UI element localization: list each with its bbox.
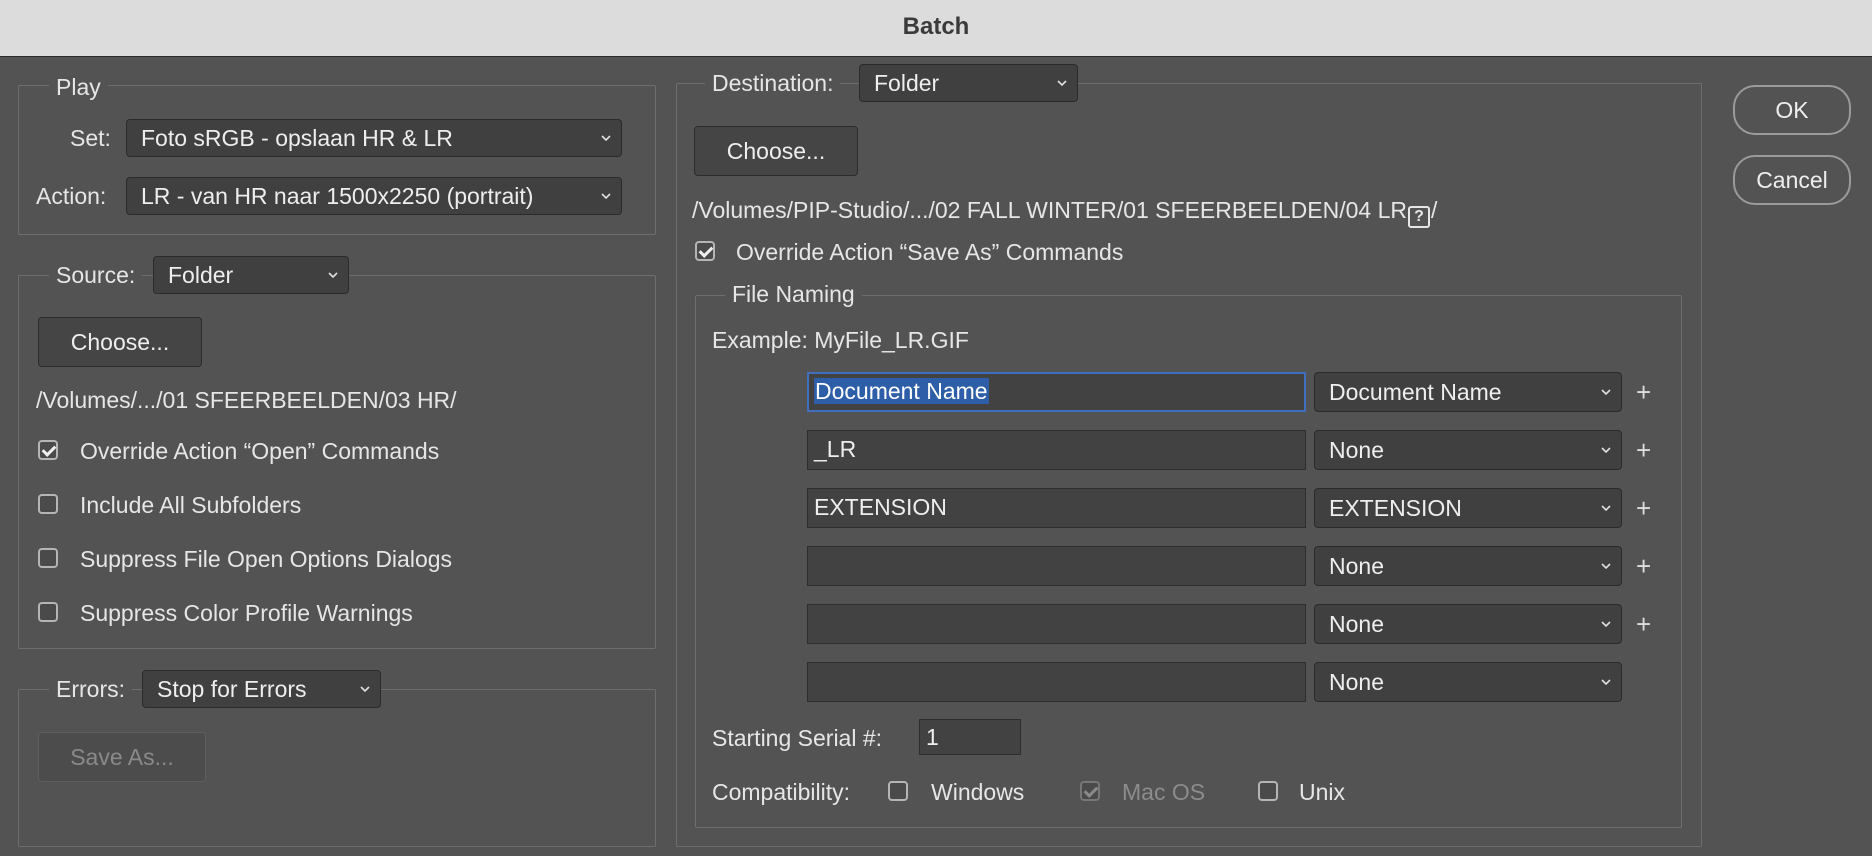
destination-path: /Volumes/PIP-Studio/.../02 FALL WINTER/0… — [692, 196, 1437, 228]
chevron-down-icon — [601, 193, 611, 200]
chevron-down-icon — [1601, 563, 1611, 570]
action-label: Action: — [36, 183, 107, 209]
errors-select-value: Stop for Errors — [157, 676, 307, 702]
add-naming-row-1-icon[interactable]: + — [1636, 379, 1651, 405]
chevron-down-icon — [601, 135, 611, 142]
naming-select-5[interactable]: None — [1314, 604, 1622, 644]
source-select-value: Folder — [168, 262, 234, 288]
destination-path-suffix: / — [1431, 197, 1438, 223]
chevron-down-icon — [1601, 447, 1611, 454]
file-naming-legend: File Naming — [725, 280, 862, 308]
chevron-down-icon — [1601, 389, 1611, 396]
source-label: Source: — [49, 261, 143, 289]
suppress-color-warnings-checkbox[interactable] — [38, 602, 58, 622]
destination-choose-button[interactable]: Choose... — [694, 126, 858, 176]
add-naming-row-2-icon[interactable]: + — [1636, 437, 1651, 463]
action-select-value: LR - van HR naar 1500x2250 (portrait) — [141, 183, 534, 209]
suppress-color-warnings-label: Suppress Color Profile Warnings — [80, 600, 413, 626]
naming-field-6[interactable] — [807, 662, 1306, 702]
naming-select-6-value: None — [1329, 669, 1384, 695]
source-choose-button[interactable]: Choose... — [38, 317, 202, 367]
serial-input[interactable]: 1 — [919, 719, 1021, 755]
add-naming-row-5-icon[interactable]: + — [1636, 611, 1651, 637]
set-label: Set: — [70, 125, 111, 151]
include-subfolders-checkbox[interactable] — [38, 494, 58, 514]
serial-input-value: 1 — [926, 724, 939, 750]
naming-field-2-value: _LR — [814, 436, 857, 462]
compat-windows-label: Windows — [931, 779, 1025, 805]
compatibility-label: Compatibility: — [712, 779, 851, 805]
errors-save-as-button[interactable]: Save As... — [38, 732, 206, 782]
naming-select-3[interactable]: EXTENSION — [1314, 488, 1622, 528]
chevron-down-icon — [1601, 505, 1611, 512]
compat-unix-label: Unix — [1299, 779, 1346, 805]
override-open-label: Override Action “Open” Commands — [80, 438, 440, 464]
compat-unix-checkbox[interactable] — [1258, 781, 1278, 801]
naming-select-3-value: EXTENSION — [1329, 495, 1462, 521]
naming-select-4[interactable]: None — [1314, 546, 1622, 586]
window-title: Batch — [0, 0, 1872, 57]
compat-windows-checkbox[interactable] — [888, 781, 908, 801]
naming-select-2-value: None — [1329, 437, 1384, 463]
naming-field-1[interactable]: Document Name — [807, 372, 1306, 412]
naming-field-3[interactable]: EXTENSION — [807, 488, 1306, 528]
naming-select-6[interactable]: None — [1314, 662, 1622, 702]
suppress-open-dialogs-label: Suppress File Open Options Dialogs — [80, 546, 453, 572]
chevron-down-icon — [1601, 621, 1611, 628]
naming-field-5[interactable] — [807, 604, 1306, 644]
destination-label: Destination: — [705, 69, 841, 97]
serial-label: Starting Serial #: — [712, 725, 883, 751]
play-legend: Play — [49, 73, 108, 101]
naming-field-2[interactable]: _LR — [807, 430, 1306, 470]
chevron-down-icon — [360, 686, 370, 693]
unavailable-volume-icon: ? — [1408, 206, 1430, 228]
include-subfolders-label: Include All Subfolders — [80, 492, 302, 518]
naming-select-2[interactable]: None — [1314, 430, 1622, 470]
compat-macos-label: Mac OS — [1122, 779, 1206, 805]
action-select[interactable]: LR - van HR naar 1500x2250 (portrait) — [126, 177, 622, 215]
set-select[interactable]: Foto sRGB - opslaan HR & LR — [126, 119, 622, 157]
compat-macos-checkbox[interactable] — [1080, 781, 1100, 801]
chevron-down-icon — [328, 272, 338, 279]
chevron-down-icon — [1601, 679, 1611, 686]
add-naming-row-3-icon[interactable]: + — [1636, 495, 1651, 521]
naming-select-4-value: None — [1329, 553, 1384, 579]
source-path: /Volumes/.../01 SFEERBEELDEN/03 HR/ — [36, 387, 457, 413]
naming-field-4[interactable] — [807, 546, 1306, 586]
override-save-as-label: Override Action “Save As” Commands — [736, 239, 1124, 265]
ok-button[interactable]: OK — [1733, 85, 1851, 135]
set-select-value: Foto sRGB - opslaan HR & LR — [141, 125, 453, 151]
naming-select-5-value: None — [1329, 611, 1384, 637]
chevron-down-icon — [1057, 80, 1067, 87]
errors-select[interactable]: Stop for Errors — [142, 670, 381, 708]
override-open-checkbox[interactable] — [38, 440, 58, 460]
destination-path-text: /Volumes/PIP-Studio/.../02 FALL WINTER/0… — [692, 197, 1407, 223]
file-naming-example: Example: MyFile_LR.GIF — [712, 327, 969, 353]
errors-label: Errors: — [49, 675, 132, 703]
naming-select-1[interactable]: Document Name — [1314, 372, 1622, 412]
source-select[interactable]: Folder — [153, 256, 349, 294]
naming-field-3-value: EXTENSION — [814, 494, 947, 520]
destination-select-value: Folder — [874, 70, 940, 96]
naming-select-1-value: Document Name — [1329, 379, 1502, 405]
suppress-open-dialogs-checkbox[interactable] — [38, 548, 58, 568]
destination-select[interactable]: Folder — [859, 64, 1078, 102]
add-naming-row-4-icon[interactable]: + — [1636, 553, 1651, 579]
cancel-button[interactable]: Cancel — [1733, 155, 1851, 205]
override-save-as-checkbox[interactable] — [695, 241, 715, 261]
naming-field-1-value: Document Name — [814, 378, 989, 404]
